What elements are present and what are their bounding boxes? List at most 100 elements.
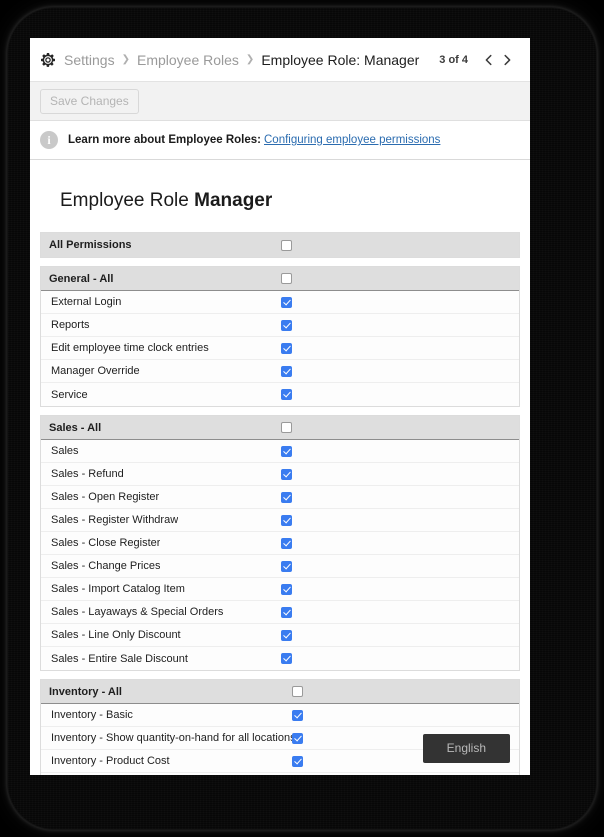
language-tooltip[interactable]: English (422, 734, 510, 763)
page-title: Employee Role Manager (40, 160, 520, 232)
checkbox-checked[interactable] (281, 319, 292, 331)
checkbox-checked[interactable] (281, 342, 292, 354)
checkbox-checked[interactable] (281, 365, 292, 377)
gear-icon[interactable] (40, 52, 56, 68)
checkbox-checked[interactable] (281, 583, 292, 595)
permission-label: Reports (51, 319, 90, 331)
save-changes-button[interactable]: Save Changes (40, 88, 139, 114)
permission-checkbox-cell (292, 732, 303, 744)
breadcrumb-current-role: Employee Role: Manager (261, 51, 420, 68)
permission-label: Sales - Refund (51, 468, 124, 480)
checkbox-checked[interactable] (281, 445, 292, 457)
permission-checkbox-cell (281, 365, 292, 377)
permission-group-label: Inventory - All (49, 685, 122, 698)
checkbox-checked[interactable] (281, 514, 292, 526)
permission-label: Manager Override (51, 365, 140, 377)
device-screenshot: Settings ❯ Employee Roles ❯ Employee Rol… (0, 0, 604, 837)
all-permissions-block: All Permissions (40, 232, 520, 258)
permission-checkbox-cell (281, 422, 292, 433)
permission-checkbox-cell (281, 239, 292, 251)
permission-checkbox-cell (281, 468, 292, 480)
permission-label: Service (51, 388, 88, 401)
app-screen: Settings ❯ Employee Roles ❯ Employee Rol… (30, 38, 530, 775)
checkbox-checked[interactable] (281, 296, 292, 308)
permission-row: Manager Override (41, 360, 519, 383)
permission-checkbox-cell (281, 560, 292, 572)
permission-group-label: Sales - All (49, 421, 102, 434)
permission-label: Sales - Layaways & Special Orders (51, 606, 224, 618)
permission-group-body: General - All External Login Reports Edit e… (41, 266, 519, 406)
action-toolbar: Save Changes (30, 82, 530, 121)
info-banner-text: Learn more about Employee Roles: (68, 134, 261, 146)
permission-checkbox-cell (292, 709, 303, 721)
chevron-right-icon[interactable] (498, 49, 516, 71)
checkbox-checked[interactable] (281, 606, 292, 618)
checkbox-unchecked[interactable] (281, 422, 292, 433)
breadcrumb-employee-roles[interactable]: Employee Roles (137, 52, 239, 68)
breadcrumb-settings[interactable]: Settings (64, 52, 115, 68)
all-permissions-row: All Permissions (41, 233, 519, 257)
checkbox-checked[interactable] (281, 653, 292, 664)
permission-label: Inventory - Product Cost & Edit (41, 773, 202, 775)
permission-row: Sales - Layaways & Special Orders (41, 601, 519, 624)
permission-row: Reports (41, 314, 519, 337)
permission-checkbox-cell (281, 319, 292, 331)
permission-checkbox-cell (281, 514, 292, 526)
checkbox-checked[interactable] (281, 389, 292, 400)
all-permissions-group: All Permissions (41, 232, 519, 257)
permissions-table: All Permissions General - All External Log… (40, 232, 520, 775)
permission-label: Sales - Register Withdraw (51, 514, 179, 526)
checkbox-unchecked[interactable] (292, 686, 303, 697)
checkbox-checked[interactable] (292, 755, 303, 767)
permission-label: Sales - Close Register (51, 537, 161, 549)
permission-row: External Login (41, 291, 519, 314)
permission-row: Sales - Register Withdraw (41, 509, 519, 532)
checkbox-checked[interactable] (281, 537, 292, 549)
permission-checkbox-cell (292, 686, 303, 697)
permission-row: Inventory - Basic (41, 704, 519, 727)
permission-group-label: General - All (49, 272, 114, 285)
permission-label: Sales - Import Catalog Item (51, 583, 185, 595)
permission-row: Service (41, 383, 519, 406)
permission-checkbox-cell (281, 653, 292, 664)
permission-row: Edit employee time clock entries (41, 337, 519, 360)
permission-label: Sales - Open Register (51, 491, 160, 503)
configuring-employee-permissions-link[interactable]: Configuring employee permissions (264, 134, 440, 146)
checkbox-checked[interactable] (281, 560, 292, 572)
permission-group-label: All Permissions (49, 239, 132, 251)
checkbox-unchecked[interactable] (281, 273, 292, 284)
permission-row: Sales - Change Prices (41, 555, 519, 578)
info-banner: i Learn more about Employee Roles: Confi… (30, 121, 530, 160)
permission-row: Inventory - Product Cost & Edit (41, 773, 519, 775)
permission-row: Sales - Open Register (41, 486, 519, 509)
permission-group-header-row: General - All (41, 267, 519, 291)
permission-checkbox-cell (281, 491, 292, 503)
checkbox-checked[interactable] (281, 629, 292, 641)
permission-group-header-row: Inventory - All (41, 680, 519, 704)
checkbox-checked[interactable] (292, 732, 303, 744)
checkbox-checked[interactable] (292, 709, 303, 721)
permission-checkbox-cell (281, 606, 292, 618)
chevron-left-icon[interactable] (480, 49, 498, 71)
breadcrumb-separator-icon: ❯ (121, 53, 130, 65)
permission-checkbox-cell (281, 445, 292, 457)
top-navigation-bar: Settings ❯ Employee Roles ❯ Employee Rol… (30, 38, 530, 82)
checkbox-unchecked[interactable] (281, 239, 292, 251)
permission-label: Inventory - Product Cost (51, 755, 170, 767)
permission-checkbox-cell (281, 537, 292, 549)
permission-label: Inventory - Basic (51, 709, 133, 721)
permission-checkbox-cell (281, 342, 292, 354)
checkbox-checked[interactable] (281, 491, 292, 503)
permission-label: Sales - Line Only Discount (51, 629, 181, 641)
permission-row: Sales - Refund (41, 463, 519, 486)
permission-checkbox-cell (281, 583, 292, 595)
permission-label: Inventory - Show quantity-on-hand for al… (51, 732, 296, 744)
page-title-role-name: Manager (194, 190, 273, 211)
permission-group-header-row: Sales - All (41, 416, 519, 440)
checkbox-checked[interactable] (281, 468, 292, 480)
permission-row: Sales - Import Catalog Item (41, 578, 519, 601)
permission-checkbox-cell (281, 273, 292, 284)
permission-checkbox-cell (281, 296, 292, 308)
permission-row: Sales - Entire Sale Discount (41, 647, 519, 670)
permission-label: Edit employee time clock entries (51, 342, 209, 354)
